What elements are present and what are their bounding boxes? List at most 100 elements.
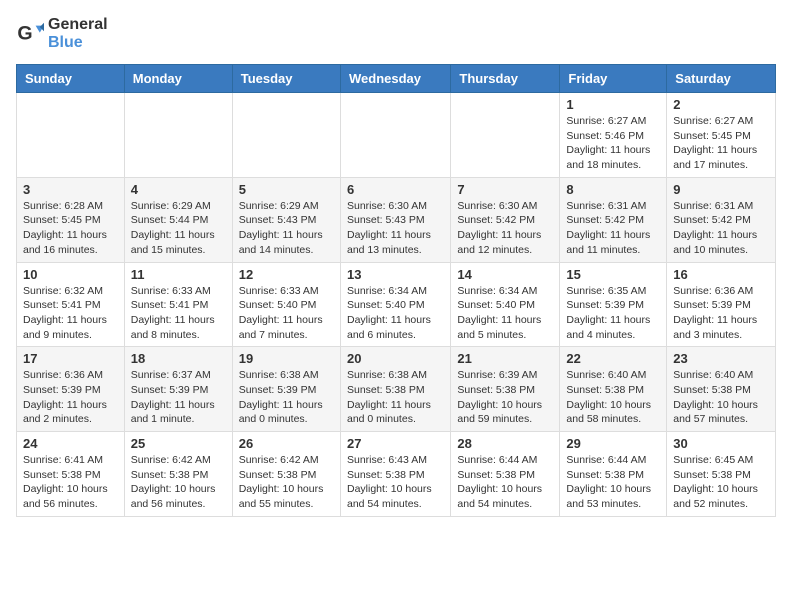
- calendar-cell: 12 Sunrise: 6:33 AM Sunset: 5:40 PM Dayli…: [232, 262, 340, 347]
- day-number: 23: [673, 351, 769, 366]
- calendar-cell: [17, 93, 125, 178]
- day-info: Sunrise: 6:39 AM Sunset: 5:38 PM Dayligh…: [457, 368, 553, 427]
- day-number: 1: [566, 97, 660, 112]
- day-number: 7: [457, 182, 553, 197]
- calendar-cell: 16 Sunrise: 6:36 AM Sunset: 5:39 PM Dayli…: [667, 262, 776, 347]
- header-tuesday: Tuesday: [232, 65, 340, 93]
- calendar-cell: 29 Sunrise: 6:44 AM Sunset: 5:38 PM Dayli…: [560, 432, 667, 517]
- day-number: 27: [347, 436, 444, 451]
- day-info: Sunrise: 6:30 AM Sunset: 5:42 PM Dayligh…: [457, 199, 553, 258]
- header-friday: Friday: [560, 65, 667, 93]
- day-info: Sunrise: 6:27 AM Sunset: 5:46 PM Dayligh…: [566, 114, 660, 173]
- calendar-cell: 1 Sunrise: 6:27 AM Sunset: 5:46 PM Daylig…: [560, 93, 667, 178]
- logo-icon: G: [16, 20, 44, 48]
- day-number: 17: [23, 351, 118, 366]
- day-info: Sunrise: 6:34 AM Sunset: 5:40 PM Dayligh…: [457, 284, 553, 343]
- day-number: 11: [131, 267, 226, 282]
- day-info: Sunrise: 6:38 AM Sunset: 5:38 PM Dayligh…: [347, 368, 444, 427]
- day-number: 26: [239, 436, 334, 451]
- day-info: Sunrise: 6:29 AM Sunset: 5:44 PM Dayligh…: [131, 199, 226, 258]
- calendar-cell: 10 Sunrise: 6:32 AM Sunset: 5:41 PM Dayli…: [17, 262, 125, 347]
- day-number: 22: [566, 351, 660, 366]
- day-number: 12: [239, 267, 334, 282]
- calendar-cell: 25 Sunrise: 6:42 AM Sunset: 5:38 PM Dayli…: [124, 432, 232, 517]
- calendar-week-row: 3 Sunrise: 6:28 AM Sunset: 5:45 PM Daylig…: [17, 177, 776, 262]
- day-number: 16: [673, 267, 769, 282]
- day-number: 2: [673, 97, 769, 112]
- day-number: 10: [23, 267, 118, 282]
- day-info: Sunrise: 6:41 AM Sunset: 5:38 PM Dayligh…: [23, 453, 118, 512]
- day-info: Sunrise: 6:27 AM Sunset: 5:45 PM Dayligh…: [673, 114, 769, 173]
- calendar-table: SundayMondayTuesdayWednesdayThursdayFrid…: [16, 64, 776, 517]
- day-info: Sunrise: 6:42 AM Sunset: 5:38 PM Dayligh…: [131, 453, 226, 512]
- day-info: Sunrise: 6:31 AM Sunset: 5:42 PM Dayligh…: [673, 199, 769, 258]
- day-info: Sunrise: 6:33 AM Sunset: 5:40 PM Dayligh…: [239, 284, 334, 343]
- day-number: 28: [457, 436, 553, 451]
- calendar-cell: 2 Sunrise: 6:27 AM Sunset: 5:45 PM Daylig…: [667, 93, 776, 178]
- day-info: Sunrise: 6:43 AM Sunset: 5:38 PM Dayligh…: [347, 453, 444, 512]
- calendar-header-row: SundayMondayTuesdayWednesdayThursdayFrid…: [17, 65, 776, 93]
- calendar-cell: 18Sunrise: 6:37 AM Sunset: 5:39 PM Dayli…: [124, 347, 232, 432]
- calendar-cell: 3 Sunrise: 6:28 AM Sunset: 5:45 PM Daylig…: [17, 177, 125, 262]
- calendar-cell: 14Sunrise: 6:34 AM Sunset: 5:40 PM Dayli…: [451, 262, 560, 347]
- header-thursday: Thursday: [451, 65, 560, 93]
- day-info: Sunrise: 6:44 AM Sunset: 5:38 PM Dayligh…: [566, 453, 660, 512]
- calendar-cell: 20 Sunrise: 6:38 AM Sunset: 5:38 PM Dayli…: [340, 347, 450, 432]
- day-info: Sunrise: 6:32 AM Sunset: 5:41 PM Dayligh…: [23, 284, 118, 343]
- calendar-cell: 22 Sunrise: 6:40 AM Sunset: 5:38 PM Dayli…: [560, 347, 667, 432]
- calendar-cell: 21 Sunrise: 6:39 AM Sunset: 5:38 PM Dayli…: [451, 347, 560, 432]
- calendar-cell: 13Sunrise: 6:34 AM Sunset: 5:40 PM Dayli…: [340, 262, 450, 347]
- day-number: 20: [347, 351, 444, 366]
- day-info: Sunrise: 6:33 AM Sunset: 5:41 PM Dayligh…: [131, 284, 226, 343]
- day-info: Sunrise: 6:28 AM Sunset: 5:45 PM Dayligh…: [23, 199, 118, 258]
- day-info: Sunrise: 6:40 AM Sunset: 5:38 PM Dayligh…: [673, 368, 769, 427]
- day-info: Sunrise: 6:35 AM Sunset: 5:39 PM Dayligh…: [566, 284, 660, 343]
- day-number: 19: [239, 351, 334, 366]
- day-info: Sunrise: 6:45 AM Sunset: 5:38 PM Dayligh…: [673, 453, 769, 512]
- calendar-week-row: 24 Sunrise: 6:41 AM Sunset: 5:38 PM Dayli…: [17, 432, 776, 517]
- day-number: 29: [566, 436, 660, 451]
- day-info: Sunrise: 6:40 AM Sunset: 5:38 PM Dayligh…: [566, 368, 660, 427]
- calendar-week-row: 1 Sunrise: 6:27 AM Sunset: 5:46 PM Daylig…: [17, 93, 776, 178]
- calendar-cell: 28 Sunrise: 6:44 AM Sunset: 5:38 PM Dayli…: [451, 432, 560, 517]
- calendar-cell: 6 Sunrise: 6:30 AM Sunset: 5:43 PM Daylig…: [340, 177, 450, 262]
- day-info: Sunrise: 6:36 AM Sunset: 5:39 PM Dayligh…: [23, 368, 118, 427]
- day-info: Sunrise: 6:31 AM Sunset: 5:42 PM Dayligh…: [566, 199, 660, 258]
- calendar-cell: 24 Sunrise: 6:41 AM Sunset: 5:38 PM Dayli…: [17, 432, 125, 517]
- day-number: 24: [23, 436, 118, 451]
- day-number: 21: [457, 351, 553, 366]
- day-number: 3: [23, 182, 118, 197]
- day-number: 9: [673, 182, 769, 197]
- day-info: Sunrise: 6:42 AM Sunset: 5:38 PM Dayligh…: [239, 453, 334, 512]
- day-number: 25: [131, 436, 226, 451]
- header: G General Blue: [16, 16, 776, 52]
- svg-text:G: G: [17, 23, 32, 45]
- calendar-cell: 15Sunrise: 6:35 AM Sunset: 5:39 PM Dayli…: [560, 262, 667, 347]
- day-info: Sunrise: 6:29 AM Sunset: 5:43 PM Dayligh…: [239, 199, 334, 258]
- calendar-cell: 17 Sunrise: 6:36 AM Sunset: 5:39 PM Dayli…: [17, 347, 125, 432]
- day-number: 8: [566, 182, 660, 197]
- day-number: 30: [673, 436, 769, 451]
- calendar-cell: 7 Sunrise: 6:30 AM Sunset: 5:42 PM Daylig…: [451, 177, 560, 262]
- calendar-cell: 27 Sunrise: 6:43 AM Sunset: 5:38 PM Dayli…: [340, 432, 450, 517]
- calendar-cell: 4Sunrise: 6:29 AM Sunset: 5:44 PM Daylig…: [124, 177, 232, 262]
- calendar-cell: 8 Sunrise: 6:31 AM Sunset: 5:42 PM Daylig…: [560, 177, 667, 262]
- header-saturday: Saturday: [667, 65, 776, 93]
- calendar-week-row: 17 Sunrise: 6:36 AM Sunset: 5:39 PM Dayli…: [17, 347, 776, 432]
- day-number: 5: [239, 182, 334, 197]
- day-info: Sunrise: 6:30 AM Sunset: 5:43 PM Dayligh…: [347, 199, 444, 258]
- day-number: 6: [347, 182, 444, 197]
- logo: G General Blue: [16, 16, 108, 52]
- header-monday: Monday: [124, 65, 232, 93]
- logo-general: General: [48, 16, 108, 33]
- calendar-cell: 11 Sunrise: 6:33 AM Sunset: 5:41 PM Dayli…: [124, 262, 232, 347]
- day-info: Sunrise: 6:44 AM Sunset: 5:38 PM Dayligh…: [457, 453, 553, 512]
- calendar-cell: 9 Sunrise: 6:31 AM Sunset: 5:42 PM Daylig…: [667, 177, 776, 262]
- calendar-cell: 26 Sunrise: 6:42 AM Sunset: 5:38 PM Dayli…: [232, 432, 340, 517]
- header-wednesday: Wednesday: [340, 65, 450, 93]
- day-info: Sunrise: 6:36 AM Sunset: 5:39 PM Dayligh…: [673, 284, 769, 343]
- calendar-cell: 30 Sunrise: 6:45 AM Sunset: 5:38 PM Dayli…: [667, 432, 776, 517]
- calendar-cell: [451, 93, 560, 178]
- day-info: Sunrise: 6:34 AM Sunset: 5:40 PM Dayligh…: [347, 284, 444, 343]
- calendar-cell: [124, 93, 232, 178]
